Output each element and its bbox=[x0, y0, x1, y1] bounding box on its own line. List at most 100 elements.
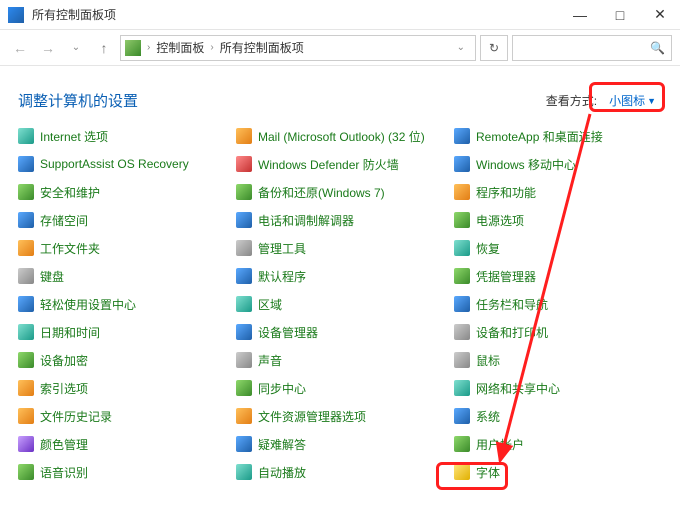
control-panel-item[interactable]: 文件历史记录 bbox=[18, 405, 226, 427]
address-bar[interactable]: › 控制面板 › 所有控制面板项 ⌄ bbox=[120, 35, 476, 61]
item-icon bbox=[454, 408, 470, 424]
control-panel-item[interactable]: 用户帐户 bbox=[454, 433, 662, 455]
item-label: 设备管理器 bbox=[258, 324, 318, 341]
control-panel-item[interactable]: 鼠标 bbox=[454, 349, 662, 371]
control-panel-icon bbox=[8, 7, 24, 23]
item-label: 疑难解答 bbox=[258, 436, 306, 453]
item-icon bbox=[236, 352, 252, 368]
refresh-button[interactable]: ↻ bbox=[480, 35, 508, 61]
item-label: 网络和共享中心 bbox=[476, 380, 560, 397]
item-label: Mail (Microsoft Outlook) (32 位) bbox=[258, 128, 425, 145]
control-panel-item[interactable]: 系统 bbox=[454, 405, 662, 427]
control-panel-item[interactable]: 网络和共享中心 bbox=[454, 377, 662, 399]
control-panel-item[interactable]: 程序和功能 bbox=[454, 181, 662, 203]
item-label: 凭据管理器 bbox=[476, 268, 536, 285]
window-title: 所有控制面板项 bbox=[32, 6, 560, 23]
item-label: 程序和功能 bbox=[476, 184, 536, 201]
breadcrumb-root[interactable]: 控制面板 bbox=[156, 39, 204, 56]
control-panel-item[interactable]: 颜色管理 bbox=[18, 433, 226, 455]
control-panel-grid: Internet 选项 Mail (Microsoft Outlook) (32 … bbox=[18, 125, 662, 483]
item-label: 同步中心 bbox=[258, 380, 306, 397]
item-label: 设备和打印机 bbox=[476, 324, 548, 341]
item-label: Internet 选项 bbox=[40, 128, 108, 145]
minimize-button[interactable]: — bbox=[560, 0, 600, 30]
control-panel-item[interactable]: 区域 bbox=[236, 293, 444, 315]
item-icon bbox=[236, 324, 252, 340]
back-button[interactable]: ← bbox=[8, 36, 32, 60]
item-label: 鼠标 bbox=[476, 352, 500, 369]
control-panel-item[interactable]: Windows Defender 防火墙 bbox=[236, 153, 444, 175]
control-panel-item[interactable]: 自动播放 bbox=[236, 461, 444, 483]
item-icon bbox=[18, 408, 34, 424]
item-icon bbox=[18, 296, 34, 312]
item-label: 安全和维护 bbox=[40, 184, 100, 201]
item-label: RemoteApp 和桌面连接 bbox=[476, 128, 603, 145]
item-icon bbox=[18, 212, 34, 228]
forward-button[interactable]: → bbox=[36, 36, 60, 60]
control-panel-item[interactable]: 设备和打印机 bbox=[454, 321, 662, 343]
control-panel-item[interactable]: 声音 bbox=[236, 349, 444, 371]
item-label: 用户帐户 bbox=[476, 436, 524, 453]
control-panel-item[interactable]: SupportAssist OS Recovery bbox=[18, 153, 226, 175]
control-panel-item[interactable]: 电源选项 bbox=[454, 209, 662, 231]
control-panel-item[interactable]: 凭据管理器 bbox=[454, 265, 662, 287]
search-input[interactable]: 🔍 bbox=[512, 35, 672, 61]
item-icon bbox=[454, 296, 470, 312]
control-panel-item[interactable]: 电话和调制解调器 bbox=[236, 209, 444, 231]
breadcrumb-current[interactable]: 所有控制面板项 bbox=[220, 39, 304, 56]
item-label: 文件资源管理器选项 bbox=[258, 408, 366, 425]
control-panel-item[interactable]: RemoteApp 和桌面连接 bbox=[454, 125, 662, 147]
item-label: 电话和调制解调器 bbox=[258, 212, 354, 229]
close-button[interactable]: ✕ bbox=[640, 0, 680, 30]
control-panel-item[interactable]: 存储空间 bbox=[18, 209, 226, 231]
item-icon bbox=[18, 268, 34, 284]
control-panel-item[interactable]: 设备加密 bbox=[18, 349, 226, 371]
item-icon bbox=[18, 352, 34, 368]
control-panel-item[interactable]: 设备管理器 bbox=[236, 321, 444, 343]
item-label: 颜色管理 bbox=[40, 436, 88, 453]
header-row: 调整计算机的设置 查看方式: 小图标 ▼ bbox=[18, 90, 662, 111]
control-panel-item[interactable]: 管理工具 bbox=[236, 237, 444, 259]
recent-dropdown[interactable]: ⌄ bbox=[64, 36, 88, 60]
item-icon bbox=[454, 128, 470, 144]
item-icon bbox=[236, 268, 252, 284]
control-panel-item[interactable]: 工作文件夹 bbox=[18, 237, 226, 259]
item-label: 系统 bbox=[476, 408, 500, 425]
up-button[interactable]: ↑ bbox=[92, 36, 116, 60]
maximize-button[interactable]: □ bbox=[600, 0, 640, 30]
item-label: 自动播放 bbox=[258, 464, 306, 481]
control-panel-item[interactable]: 恢复 bbox=[454, 237, 662, 259]
control-panel-item[interactable]: 安全和维护 bbox=[18, 181, 226, 203]
item-icon bbox=[236, 240, 252, 256]
control-panel-item[interactable]: 轻松使用设置中心 bbox=[18, 293, 226, 315]
control-panel-item[interactable]: Internet 选项 bbox=[18, 125, 226, 147]
item-label: Windows Defender 防火墙 bbox=[258, 156, 399, 173]
control-panel-item[interactable]: 索引选项 bbox=[18, 377, 226, 399]
page-heading: 调整计算机的设置 bbox=[18, 90, 138, 111]
control-panel-item[interactable]: 键盘 bbox=[18, 265, 226, 287]
control-panel-item[interactable]: Windows 移动中心 bbox=[454, 153, 662, 175]
item-label: SupportAssist OS Recovery bbox=[40, 157, 189, 171]
item-label: 索引选项 bbox=[40, 380, 88, 397]
address-dropdown[interactable]: ⌄ bbox=[451, 42, 471, 53]
address-icon bbox=[125, 40, 141, 56]
breadcrumb-sep: › bbox=[147, 42, 150, 53]
item-icon bbox=[236, 436, 252, 452]
item-icon bbox=[18, 324, 34, 340]
annotation-highlight-viewby bbox=[589, 82, 665, 112]
item-label: 文件历史记录 bbox=[40, 408, 112, 425]
control-panel-item[interactable]: 备份和还原(Windows 7) bbox=[236, 181, 444, 203]
control-panel-item[interactable]: 任务栏和导航 bbox=[454, 293, 662, 315]
control-panel-item[interactable]: 默认程序 bbox=[236, 265, 444, 287]
control-panel-item[interactable]: 日期和时间 bbox=[18, 321, 226, 343]
item-icon bbox=[18, 184, 34, 200]
control-panel-item[interactable]: Mail (Microsoft Outlook) (32 位) bbox=[236, 125, 444, 147]
item-icon bbox=[236, 408, 252, 424]
control-panel-item[interactable]: 疑难解答 bbox=[236, 433, 444, 455]
item-icon bbox=[18, 380, 34, 396]
control-panel-item[interactable]: 文件资源管理器选项 bbox=[236, 405, 444, 427]
item-label: 区域 bbox=[258, 296, 282, 313]
control-panel-item[interactable]: 同步中心 bbox=[236, 377, 444, 399]
item-label: 轻松使用设置中心 bbox=[40, 296, 136, 313]
control-panel-item[interactable]: 语音识别 bbox=[18, 461, 226, 483]
